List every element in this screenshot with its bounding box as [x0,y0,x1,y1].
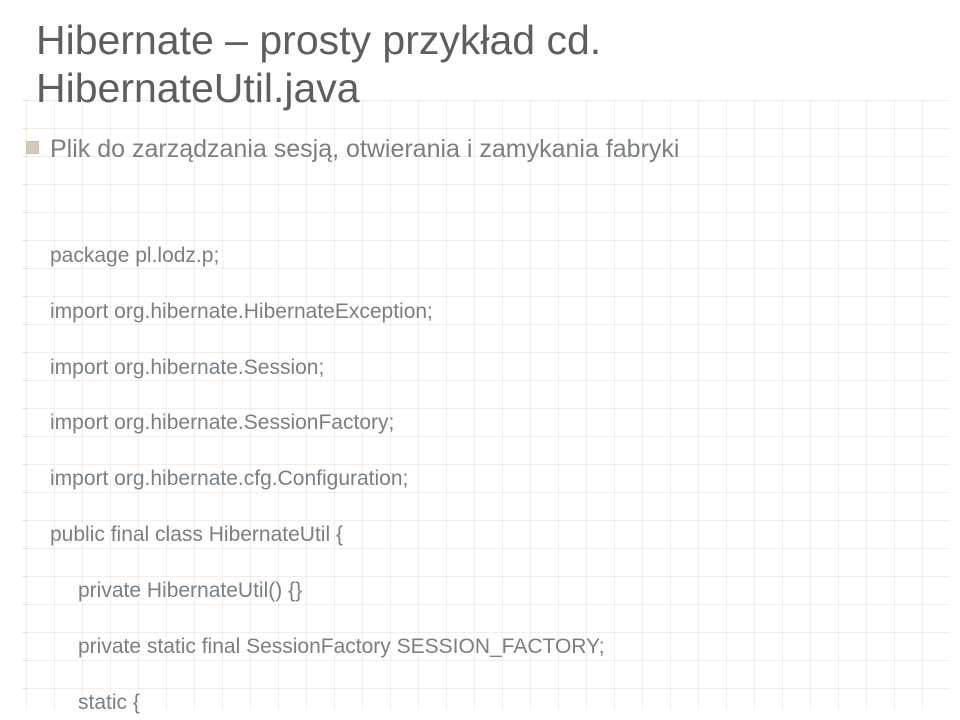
code-line: public final class HibernateUtil { [50,521,920,549]
code-line: import org.hibernate.HibernateException; [50,298,920,326]
code-block: package pl.lodz.p; import org.hibernate.… [50,214,920,720]
title-line-1: Hibernate – prosty przykład cd. [36,16,601,64]
code-line: static { [50,689,920,717]
code-line: private HibernateUtil() {} [50,577,920,605]
code-line: import org.hibernate.cfg.Configuration; [50,465,920,493]
slide-description: Plik do zarządzania sesją, otwierania i … [50,134,679,164]
bullet-square-icon [26,141,39,154]
code-line: private static final SessionFactory SESS… [50,633,920,661]
code-line: import org.hibernate.SessionFactory; [50,409,920,437]
slide-title: Hibernate – prosty przykład cd. Hibernat… [36,16,601,113]
slide: Hibernate – prosty przykład cd. Hibernat… [0,0,960,720]
code-line: import org.hibernate.Session; [50,354,920,382]
grid-ticks-left [22,100,28,710]
code-line: package pl.lodz.p; [50,242,920,270]
title-line-2: HibernateUtil.java [36,64,601,112]
